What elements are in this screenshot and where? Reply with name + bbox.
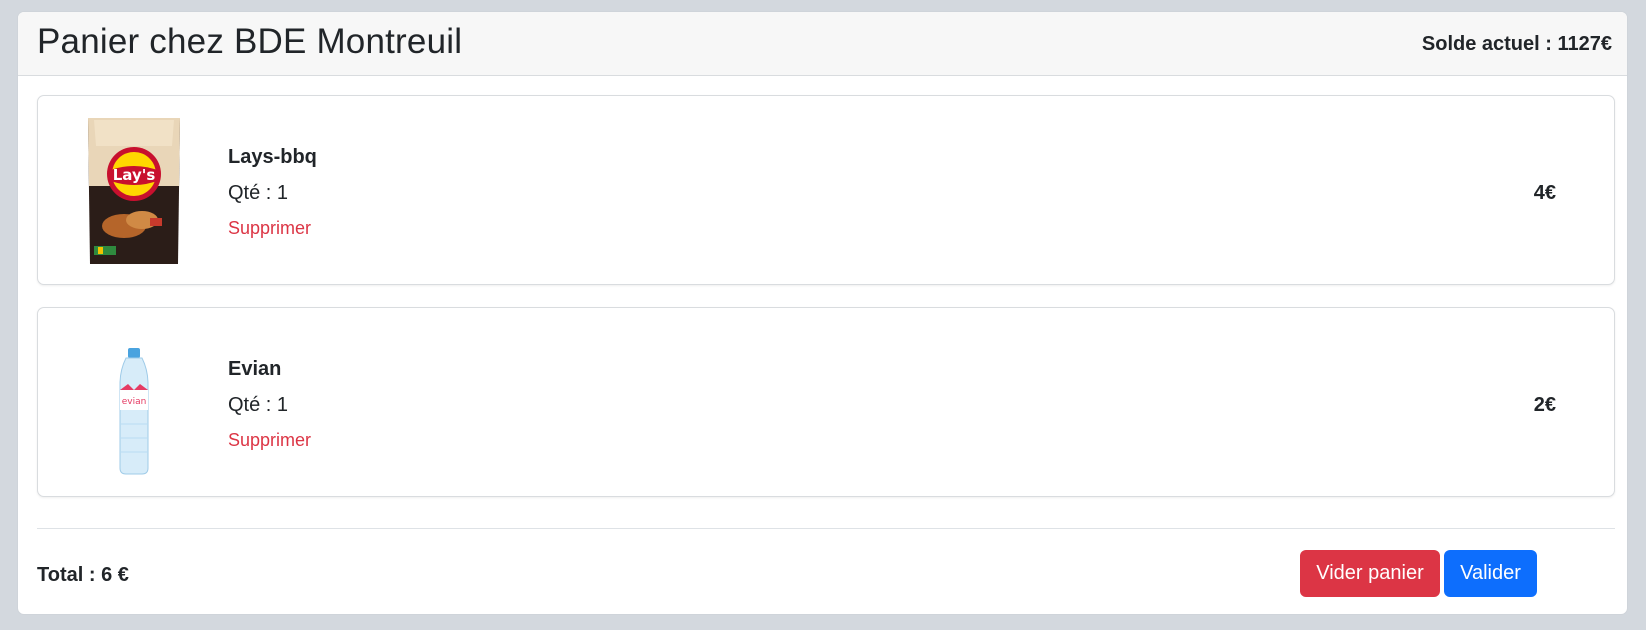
balance-text: Solde actuel : 1127€: [1421, 33, 1612, 55]
page-title: Panier chez BDE Montreuil: [37, 22, 463, 61]
cart-total: Total : 6 €: [37, 564, 129, 586]
product-image-evian: evian: [84, 328, 184, 478]
cart-header: Panier chez BDE Montreuil Solde actuel :…: [18, 12, 1627, 76]
footer-divider: [37, 528, 1615, 529]
cart-items-list: Lay's Lays-bbq Qté : 1 Supprimer 4€ evia…: [37, 95, 1615, 519]
remove-item-link[interactable]: Supprimer: [228, 430, 311, 451]
product-price: 4€: [1533, 182, 1556, 204]
product-quantity: Qté : 1: [228, 182, 289, 204]
clear-cart-button[interactable]: Vider panier: [1300, 550, 1440, 597]
cart-card: Panier chez BDE Montreuil Solde actuel :…: [17, 11, 1628, 615]
svg-text:Lay's: Lay's: [113, 166, 156, 184]
product-name: Lays-bbq: [228, 146, 317, 168]
product-price: 2€: [1533, 394, 1556, 416]
cart-item: evian Evian Qté : 1 Supprimer 2€: [37, 307, 1615, 497]
remove-item-link[interactable]: Supprimer: [228, 218, 311, 239]
product-quantity: Qté : 1: [228, 394, 289, 416]
product-image-lays: Lay's: [84, 116, 184, 266]
cart-item: Lay's Lays-bbq Qté : 1 Supprimer 4€: [37, 95, 1615, 285]
validate-button[interactable]: Valider: [1444, 550, 1537, 597]
svg-text:evian: evian: [122, 397, 147, 407]
product-name: Evian: [228, 358, 282, 380]
